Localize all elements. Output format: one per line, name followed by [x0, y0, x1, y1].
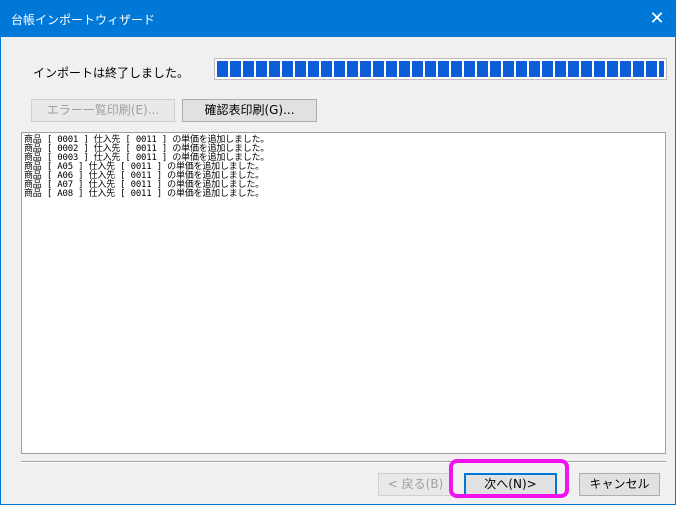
window-title: 台帳インポートウィザード: [11, 13, 156, 27]
confirm-print-button[interactable]: 確認表印刷(G)...: [182, 99, 317, 122]
back-button[interactable]: < 戻る(B): [378, 473, 453, 496]
close-icon[interactable]: ✕: [639, 1, 675, 37]
import-status-text: インポートは終了しました。: [33, 66, 190, 80]
progress-bar: [214, 58, 667, 80]
progress-fill: [217, 61, 664, 77]
footer-separator: [21, 461, 666, 463]
log-textarea[interactable]: 商品 [ 0001 ] 仕入先 [ 0011 ] の単価を追加しました。 商品 …: [21, 132, 666, 454]
cancel-button[interactable]: キャンセル: [579, 473, 660, 496]
log-line: 商品 [ A08 ] 仕入先 [ 0011 ] の単価を追加しました。: [24, 189, 264, 199]
title-bar: 台帳インポートウィザード ✕: [1, 1, 675, 37]
next-button-highlight: [449, 459, 569, 498]
error-list-print-button[interactable]: エラー一覧印刷(E)...: [31, 99, 175, 122]
import-wizard-window: 台帳インポートウィザード ✕ インポートは終了しました。 エラー一覧印刷(E).…: [0, 0, 676, 505]
